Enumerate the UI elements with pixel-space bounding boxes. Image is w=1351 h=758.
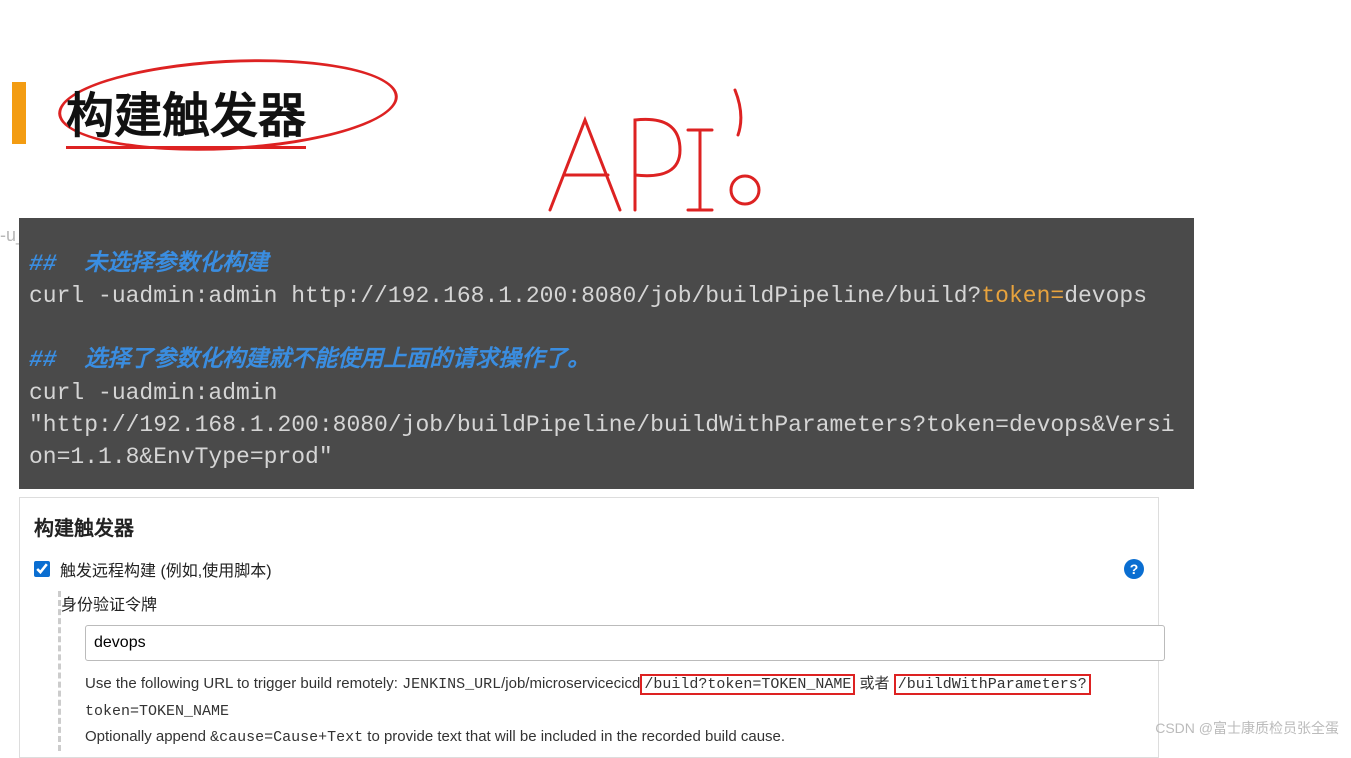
heading-accent-bar [12, 82, 26, 144]
remote-trigger-label[interactable]: 触发远程构建 (例如,使用脚本) [60, 557, 272, 581]
hint-url-mid: /job/microservicecicd [501, 675, 640, 692]
code-line-2a: curl -uadmin:admin [29, 377, 1184, 409]
code-gap [29, 312, 1184, 344]
code-line-1b: devops [1064, 283, 1147, 309]
code-comment-2: ## 选择了参数化构建就不能使用上面的请求操作了。 [29, 344, 1184, 376]
hint-append-code: &cause=Cause+Text [210, 729, 363, 746]
auth-token-section: 身份验证令牌 Use the following URL to trigger … [58, 591, 1144, 751]
hint-box-build: /build?token=TOKEN_NAME [640, 674, 855, 695]
code-block: ## 未选择参数化构建 curl -uadmin:admin http://19… [19, 218, 1194, 489]
hint-prefix: Use the following URL to trigger build r… [85, 675, 402, 692]
annotation-api-handwriting [530, 80, 790, 230]
code-line-1: curl -uadmin:admin http://192.168.1.200:… [29, 280, 1184, 312]
hint-or: 或者 [855, 675, 893, 692]
code-line-1a: curl -uadmin:admin http://192.168.1.200:… [29, 283, 981, 309]
remote-trigger-checkbox[interactable] [34, 561, 50, 577]
hint-second-line: token=TOKEN_NAME [85, 703, 229, 720]
csdn-watermark: CSDN @富士康质检员张全蛋 [1155, 718, 1339, 738]
heading-block: 构建触发器 [12, 76, 306, 149]
hint-append-suffix: to provide text that will be included in… [363, 728, 785, 745]
code-line-2b: "http://192.168.1.200:8080/job/buildPipe… [29, 409, 1184, 473]
code-comment-1: ## 未选择参数化构建 [29, 248, 1184, 280]
auth-token-label: 身份验证令牌 [61, 591, 1144, 615]
help-text-url-line2: token=TOKEN_NAME [85, 698, 1144, 725]
auth-token-input[interactable] [85, 625, 1165, 661]
help-text-url: Use the following URL to trigger build r… [85, 671, 1144, 698]
help-text-append: Optionally append &cause=Cause+Text to p… [85, 724, 1144, 751]
code-token-param: token= [981, 283, 1064, 309]
help-icon[interactable]: ? [1124, 559, 1144, 579]
page-title: 构建触发器 [66, 76, 306, 149]
section-title: 构建触发器 [34, 512, 1144, 541]
hint-append-prefix: Optionally append [85, 728, 210, 745]
hint-url-prefix: JENKINS_URL [402, 676, 501, 693]
jenkins-config-panel: 构建触发器 触发远程构建 (例如,使用脚本) ? 身份验证令牌 Use the … [19, 497, 1159, 758]
hint-box-buildwithparams: /buildWithParameters? [894, 674, 1091, 695]
remote-trigger-row: 触发远程构建 (例如,使用脚本) ? [34, 557, 1144, 581]
